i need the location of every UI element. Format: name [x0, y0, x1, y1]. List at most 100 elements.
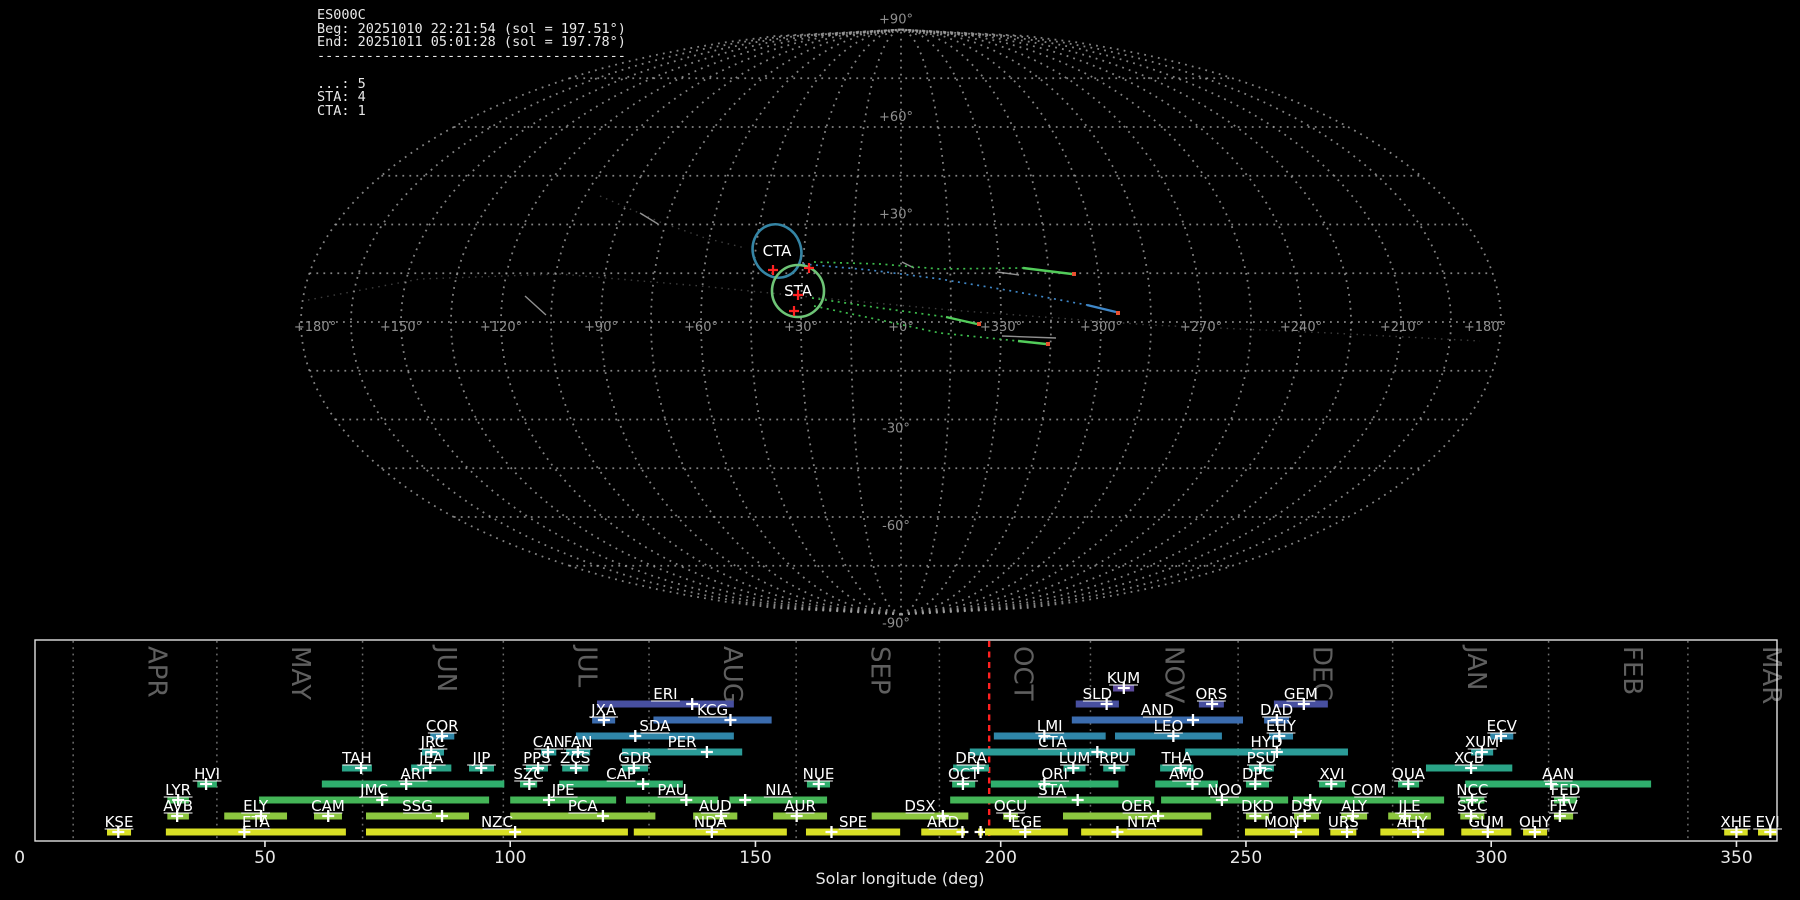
shower-label-MON: MON — [1264, 813, 1300, 831]
month-label-JUL: JUL — [572, 644, 602, 688]
shower-label-EGE: EGE — [1011, 813, 1042, 831]
shower-label-KCG: KCG — [697, 701, 728, 719]
shower-label-AMO: AMO — [1169, 765, 1204, 783]
x-tick-label-300: 300 — [1475, 848, 1507, 868]
month-label-JUN: JUN — [431, 644, 461, 692]
shower-label-SPE: SPE — [839, 813, 867, 831]
shower-label-LEO: LEO — [1154, 717, 1184, 735]
unclassified-meteor-trail — [1002, 336, 1056, 338]
map-longitude-label: +180° — [1464, 320, 1506, 335]
graticule-meridian — [901, 30, 1051, 615]
shower-label-NTA: NTA — [1127, 813, 1157, 831]
x-tick-label-100: 100 — [494, 848, 526, 868]
map-longitude-label: +210° — [1380, 320, 1422, 335]
shower-label-ORS: ORS — [1195, 685, 1227, 703]
month-label-MAY: MAY — [285, 646, 315, 700]
month-label-APR: APR — [141, 646, 171, 698]
month-label-OCT: OCT — [1008, 646, 1038, 701]
shower-label-EVI: EVI — [1756, 813, 1780, 831]
peak-cross-unnamed — [975, 826, 987, 838]
shower-label-JIP: JIP — [472, 749, 491, 767]
peak-cross-PCA — [597, 810, 609, 822]
unclassified-meteor-trail — [525, 296, 546, 315]
graticule-meridian — [601, 30, 901, 615]
app-window: ES000C Beg: 20251010 22:21:54 (sol = 197… — [0, 0, 1800, 900]
x-tick-label-50: 50 — [254, 848, 276, 868]
month-label-MAR: MAR — [1756, 646, 1786, 704]
peak-cross-NTA — [1111, 826, 1123, 838]
month-label-FEB: FEB — [1617, 646, 1647, 695]
shower-label-SSG: SSG — [402, 797, 433, 815]
peak-cross-STA — [1072, 794, 1084, 806]
shower-label-ARI: ARI — [401, 765, 426, 783]
sky-map: +180°+150°+120°+90°+60°+30°+0°+330°+300°… — [294, 13, 1506, 632]
map-longitude-label: +240° — [1280, 320, 1322, 335]
shower-label-URS: URS — [1328, 813, 1359, 831]
meteor-trail-dotted-green — [814, 262, 1023, 269]
shower-label-AVB: AVB — [163, 797, 193, 815]
month-label-NOV: NOV — [1159, 646, 1189, 703]
x-tick-label-250: 250 — [1230, 848, 1262, 868]
peak-cross-PER — [701, 746, 713, 758]
map-longitude-label: +300° — [1080, 320, 1122, 335]
map-longitude-label: +330° — [980, 320, 1022, 335]
shower-label-ERI: ERI — [653, 685, 677, 703]
meteor-trail-dotted-green — [812, 298, 946, 317]
map-latitude-label: -30° — [882, 422, 910, 437]
map-latitude-label: -90° — [882, 617, 910, 632]
shower-label-SLD: SLD — [1083, 685, 1112, 703]
shower-label-ARD: ARD — [927, 813, 959, 831]
map-latitude-label: +90° — [879, 13, 913, 28]
x-tick-label-0: 0 — [14, 848, 25, 868]
map-longitude-label: +180° — [294, 320, 336, 335]
shower-label-PER: PER — [668, 733, 697, 751]
shower-label-QUA: QUA — [1392, 765, 1426, 783]
shower-label-NDA: NDA — [694, 813, 728, 831]
shower-label-NUE: NUE — [803, 765, 835, 783]
shower-label-OHY: OHY — [1519, 813, 1552, 831]
shower-label-SZC: SZC — [513, 765, 543, 783]
map-longitude-label: +60° — [684, 320, 718, 335]
map-latitude-label: +60° — [879, 110, 913, 125]
shower-label-FEV: FEV — [1549, 797, 1578, 815]
shower-label-NOO: NOO — [1207, 781, 1242, 799]
shower-label-ZCS: ZCS — [560, 749, 590, 767]
x-axis-title: Solar longitude (deg) — [816, 869, 985, 888]
shower-label-HVI: HVI — [194, 765, 220, 783]
radiant-cross — [789, 306, 799, 316]
radiant-map-scene: +180°+150°+120°+90°+60°+30°+0°+330°+300°… — [0, 0, 1800, 900]
shower-label-GUM: GUM — [1469, 813, 1505, 831]
map-longitude-label: +0° — [888, 320, 914, 335]
graticule-meridian — [901, 30, 1401, 615]
month-label-JAN: JAN — [1461, 644, 1491, 690]
graticule-meridian — [351, 30, 901, 615]
unclassified-meteor-trail — [997, 272, 1019, 275]
month-label-AUG: AUG — [717, 646, 747, 703]
shower-label-RPU: RPU — [1099, 749, 1129, 767]
peak-cross-NIA — [739, 794, 751, 806]
shower-label-JMC: JMC — [359, 781, 388, 799]
x-tick-label-350: 350 — [1720, 848, 1752, 868]
trail-end-marker — [1116, 311, 1120, 315]
shower-label-STA: STA — [1038, 781, 1067, 799]
shower-label-XCB: XCB — [1454, 749, 1484, 767]
shower-label-CAP: CAP — [606, 765, 636, 783]
radiant-cross — [768, 265, 778, 275]
shower-label-XVI: XVI — [1320, 765, 1345, 783]
trail-end-marker — [1072, 272, 1076, 276]
shower-label-KSE: KSE — [105, 813, 134, 831]
shower-label-CAM: CAM — [311, 797, 345, 815]
shower-label-XHE: XHE — [1720, 813, 1751, 831]
map-longitude-label: +150° — [380, 320, 422, 335]
peak-cross-SSG — [436, 810, 448, 822]
shower-label-JXA: JXA — [590, 701, 617, 719]
shower-label-TAH: TAH — [341, 749, 372, 767]
radiant-cross — [804, 263, 814, 273]
x-tick-label-200: 200 — [984, 848, 1016, 868]
shower-label-AHY: AHY — [1397, 813, 1429, 831]
shower-label-PCA: PCA — [568, 797, 599, 815]
trail-end-marker — [1046, 342, 1050, 346]
shower-label-NZC: NZC — [481, 813, 513, 831]
shower-label-ETA: ETA — [242, 813, 270, 831]
map-longitude-label: +90° — [584, 320, 618, 335]
